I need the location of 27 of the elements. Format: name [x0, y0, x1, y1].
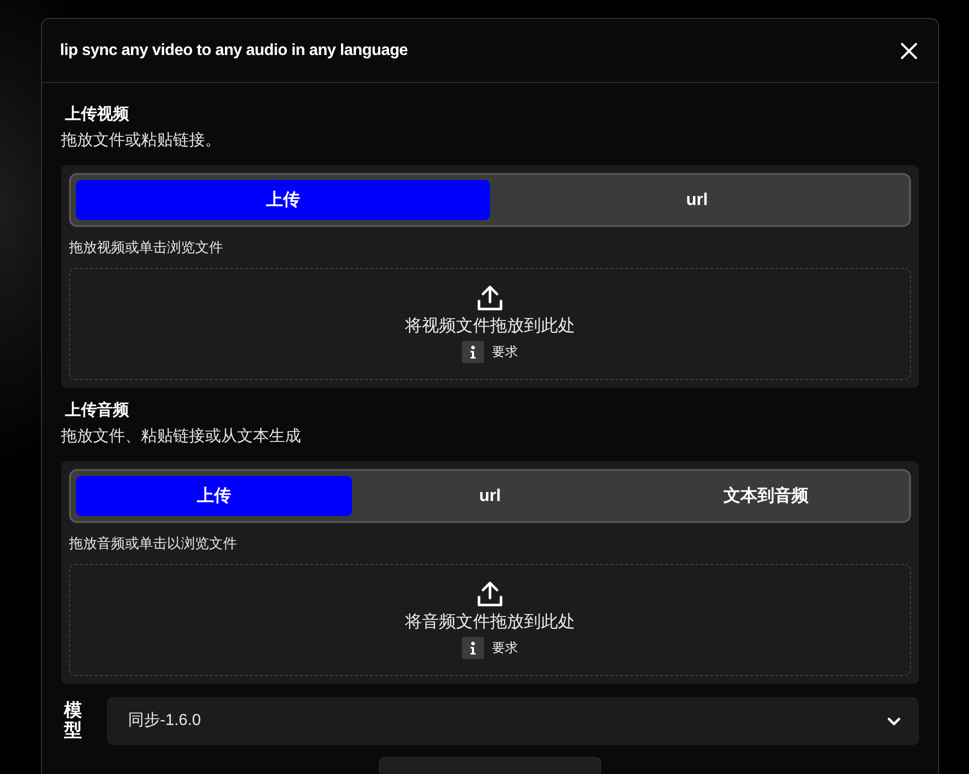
dropzone-hint: 拖放视频或单击浏览文件 [69, 238, 224, 257]
section-subtitle: 拖放文件、粘贴链接或从文本生成 [61, 426, 302, 447]
select-value: 同步-1.6.0 [128, 710, 201, 731]
upload-icon [477, 285, 503, 311]
info-icon [462, 637, 484, 659]
tab[interactable]: 上传 [76, 476, 352, 516]
tab[interactable]: 文本到音频 [628, 476, 904, 516]
file-dropzone[interactable]: 将视频文件拖放到此处 要求 [69, 268, 911, 380]
chevron-down-icon [887, 716, 901, 726]
tab[interactable]: url [352, 476, 628, 516]
model-select[interactable]: 同步-1.6.0 [107, 697, 919, 745]
dropzone-text: 将视频文件拖放到此处 [405, 315, 575, 337]
upload-icon [477, 581, 503, 607]
dropzone-hint: 拖放音频或单击以浏览文件 [69, 534, 238, 553]
dialog-title: lip sync any video to any audio in any language [60, 40, 408, 60]
section-subtitle: 拖放文件或粘贴链接。 [61, 130, 222, 151]
requirements-link[interactable]: 要求 [492, 342, 518, 362]
file-dropzone[interactable]: 将音频文件拖放到此处 要求 [69, 564, 911, 676]
section-title: 上传视频 [64, 104, 130, 125]
info-icon [462, 341, 484, 363]
requirements-link[interactable]: 要求 [492, 638, 518, 658]
dropzone-text: 将音频文件拖放到此处 [405, 611, 575, 633]
tab[interactable]: 上传 [76, 180, 490, 220]
tab[interactable]: url [490, 180, 904, 220]
model-label: 模型 [64, 701, 82, 741]
close-icon [900, 42, 918, 60]
section-title: 上传音频 [64, 400, 130, 421]
